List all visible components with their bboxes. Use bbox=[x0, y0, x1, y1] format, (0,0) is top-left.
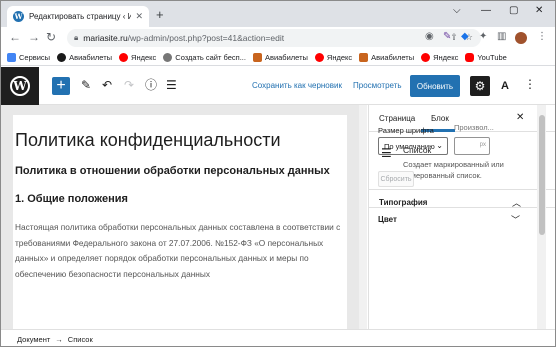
tab-title: Редактировать страницу ‹ ИЗУ… bbox=[29, 12, 131, 21]
preview-button[interactable]: Просмотреть bbox=[353, 81, 402, 90]
close-sidebar-icon[interactable]: ✕ bbox=[516, 112, 524, 123]
wordpress-favicon-icon: W bbox=[13, 11, 24, 22]
heading-block[interactable]: Политика в отношении обработки персональ… bbox=[15, 163, 347, 180]
save-draft-button[interactable]: Сохранить как черновик bbox=[252, 81, 342, 90]
address-bar[interactable]: 🔒︎ mariasite.ru /wp-admin/post.php?post=… bbox=[67, 29, 481, 47]
wordpress-logo[interactable]: W bbox=[1, 67, 39, 105]
apps-icon bbox=[7, 52, 16, 62]
reset-button[interactable]: Сбросить bbox=[378, 171, 414, 187]
settings-gear-icon[interactable]: ⚙ bbox=[470, 76, 490, 96]
font-size-select[interactable]: По умолчанию ⌄ bbox=[378, 137, 448, 155]
yandex-icon bbox=[314, 52, 324, 62]
more-options-icon[interactable]: ⋮ bbox=[524, 77, 536, 91]
add-block-button[interactable]: + bbox=[52, 77, 70, 95]
editor-canvas: Политика конфиденциальности Политика в о… bbox=[1, 105, 367, 329]
browser-window: W Редактировать страницу ‹ ИЗУ… ✕ + ⌵ — … bbox=[0, 0, 556, 347]
tab-search-icon[interactable]: ⌵ bbox=[453, 4, 461, 18]
redo-icon[interactable]: ↷ bbox=[124, 78, 134, 92]
sidebar-scroll-thumb[interactable] bbox=[539, 115, 545, 235]
custom-size-label: Произвол... bbox=[454, 123, 494, 132]
globe-icon bbox=[57, 52, 67, 62]
browser-toolbar: ← → ↻ 🔒︎ mariasite.ru /wp-admin/post.php… bbox=[1, 27, 555, 49]
list-view-icon[interactable]: ☰ bbox=[166, 78, 177, 92]
bookmark-item[interactable]: Яндекс bbox=[421, 52, 458, 62]
url-path: /wp-admin/post.php?post=41&action=edit bbox=[127, 33, 285, 43]
back-icon[interactable]: ← bbox=[9, 30, 21, 44]
astra-icon[interactable]: A bbox=[495, 76, 515, 96]
yandex-icon bbox=[421, 52, 431, 62]
share-icon[interactable]: ⇪ bbox=[450, 32, 458, 43]
extension-blue-icon[interactable]: ◆ bbox=[461, 31, 469, 43]
bookmark-item[interactable]: Авиабилеты bbox=[359, 52, 414, 62]
divider bbox=[368, 207, 555, 208]
chevron-down-icon: ⌄ bbox=[436, 141, 443, 150]
maximize-button[interactable]: ▢ bbox=[509, 4, 518, 18]
chevron-down-icon: ﹀ bbox=[511, 215, 521, 225]
unit-label: px bbox=[479, 142, 486, 148]
forward-icon[interactable]: → bbox=[28, 30, 40, 44]
panel-title: Типография bbox=[379, 198, 428, 207]
font-size-value: По умолчанию bbox=[384, 141, 435, 151]
new-tab-button[interactable]: + bbox=[156, 8, 164, 21]
pencil-tools-icon[interactable]: ✎ bbox=[81, 78, 91, 92]
document-page: Политика конфиденциальности Политика в о… bbox=[13, 115, 347, 329]
bookmark-item[interactable]: Сервисы bbox=[7, 52, 50, 62]
minimize-button[interactable]: — bbox=[481, 4, 491, 18]
font-size-label: Размер шрифта bbox=[378, 126, 434, 135]
undo-icon[interactable]: ↶ bbox=[102, 78, 112, 92]
paragraph-block[interactable]: Настоящая политика обработки персональны… bbox=[15, 220, 347, 282]
update-button[interactable]: Обновить bbox=[410, 75, 460, 97]
canvas-scrollbar[interactable] bbox=[359, 105, 367, 329]
heading-block[interactable]: 1. Общие положения bbox=[15, 193, 347, 205]
camera-icon[interactable]: ◉ bbox=[425, 31, 434, 43]
browser-menu-icon[interactable]: ⋮ bbox=[537, 31, 547, 43]
sidepanel-icon[interactable]: ▥ bbox=[497, 31, 506, 43]
info-icon[interactable]: ⓘ bbox=[145, 78, 157, 92]
bookmark-item[interactable]: Яндекс bbox=[119, 52, 156, 62]
tab-close-icon[interactable]: ✕ bbox=[135, 11, 143, 22]
reload-icon[interactable]: ↻ bbox=[46, 30, 56, 44]
color-panel-title[interactable]: Цвет bbox=[378, 215, 397, 224]
breadcrumb-document[interactable]: Документ bbox=[17, 335, 50, 344]
bookmark-item[interactable]: YouTube bbox=[465, 52, 507, 62]
browser-tab[interactable]: W Редактировать страницу ‹ ИЗУ… ✕ bbox=[7, 6, 149, 27]
editor-header: W + ✎ ↶ ↷ ⓘ ☰ Сохранить как черновик Про… bbox=[1, 67, 555, 105]
close-window-button[interactable]: ✕ bbox=[535, 4, 543, 18]
globe-icon bbox=[163, 52, 173, 62]
bookmark-item[interactable]: Создать сайт бесп... bbox=[163, 52, 246, 62]
aviasales-icon bbox=[359, 52, 369, 62]
custom-size-input[interactable]: px bbox=[454, 137, 490, 155]
bookmark-item[interactable]: Авиабилеты bbox=[252, 52, 308, 62]
wordpress-logo-icon: W bbox=[10, 76, 30, 96]
aviasales-icon bbox=[252, 52, 262, 62]
tab-block[interactable]: Блок bbox=[431, 114, 449, 123]
block-breadcrumb: Документ → Список bbox=[1, 329, 555, 346]
yandex-icon bbox=[119, 52, 129, 62]
block-description: Создает маркированный или нумерованный с… bbox=[403, 160, 504, 180]
tab-page[interactable]: Страница bbox=[379, 114, 415, 123]
bookmarks-bar: Сервисы Авиабилеты Яндекс Создать сайт б… bbox=[1, 49, 555, 66]
extensions-puzzle-icon[interactable]: ✦ bbox=[479, 31, 487, 43]
bookmark-item[interactable]: Яндекс bbox=[314, 52, 352, 62]
bookmark-item[interactable]: Авиабилеты bbox=[57, 52, 112, 62]
tab-strip: W Редактировать страницу ‹ ИЗУ… ✕ + ⌵ — … bbox=[1, 1, 555, 27]
lock-icon: 🔒︎ bbox=[74, 33, 79, 42]
breadcrumb-separator: → bbox=[55, 334, 63, 344]
breadcrumb-list[interactable]: Список bbox=[68, 335, 93, 344]
post-title[interactable]: Политика конфиденциальности bbox=[15, 129, 347, 151]
extension-pen-icon[interactable]: ✎ bbox=[443, 31, 451, 43]
profile-avatar[interactable] bbox=[515, 32, 527, 44]
youtube-icon bbox=[465, 52, 475, 62]
url-host: mariasite.ru bbox=[83, 33, 128, 43]
